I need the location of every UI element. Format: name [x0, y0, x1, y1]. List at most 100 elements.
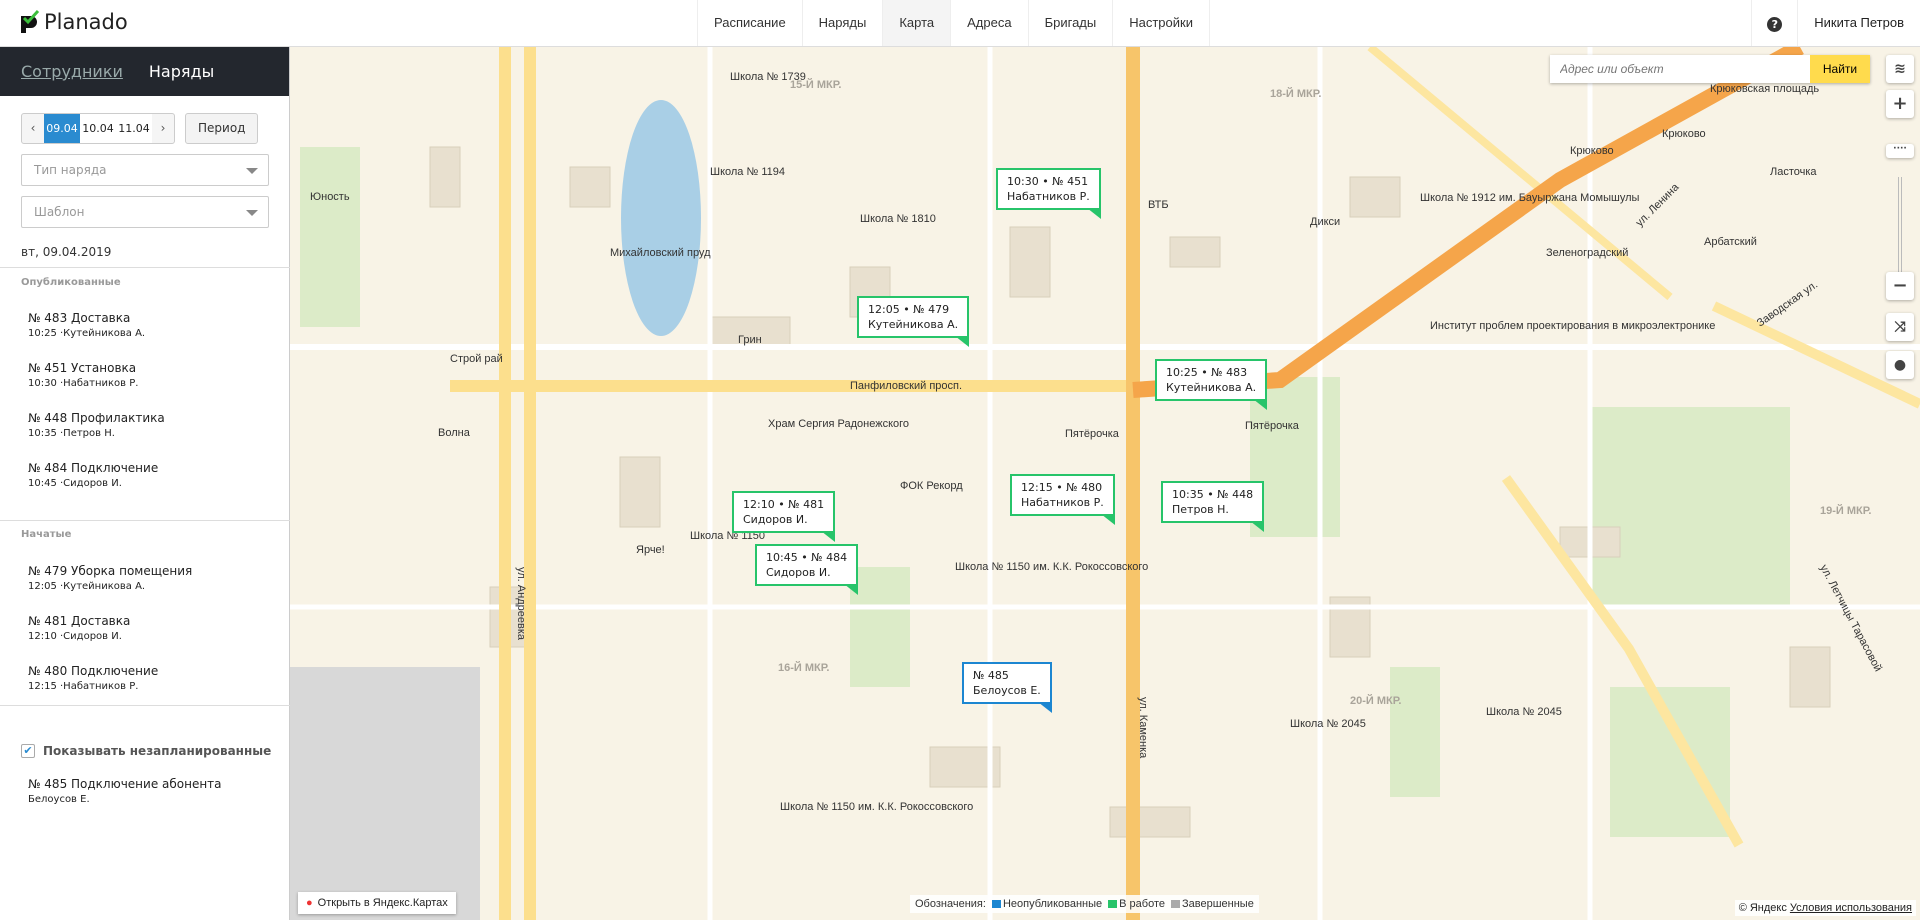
- order-item[interactable]: № 451 Установка 10:30 ·Набатников Р.: [28, 361, 138, 389]
- map-label: Волна: [438, 427, 471, 439]
- marker-line-2: Набатников Р.: [1007, 190, 1090, 203]
- search-button[interactable]: Найти: [1810, 55, 1870, 83]
- map-label: Храм Сергия Радонежского: [768, 418, 909, 430]
- map-label: Крюково: [1570, 145, 1614, 157]
- traffic-icon[interactable]: ●: [1886, 351, 1914, 379]
- order-subtitle: 12:15 ·Набатников Р.: [28, 681, 139, 692]
- order-item[interactable]: № 483 Доставка 10:25 ·Кутейникова А.: [28, 311, 145, 339]
- order-item[interactable]: № 484 Подключение 10:45 ·Сидоров И.: [28, 461, 158, 489]
- map-pin-icon: ●: [306, 897, 313, 909]
- nav-item-5[interactable]: Настройки: [1113, 0, 1210, 46]
- template-select[interactable]: Шаблон: [21, 196, 269, 228]
- map-copyright: © Яндекс Условия использования: [1734, 900, 1916, 916]
- logo-text: Planado: [44, 10, 128, 34]
- map-label: ФОК Рекорд: [900, 480, 963, 492]
- copyright-text: © Яндекс: [1738, 902, 1787, 914]
- order-marker[interactable]: 12:10 • № 481 Сидоров И.: [732, 491, 836, 542]
- order-marker[interactable]: 12:05 • № 479 Кутейникова А.: [857, 296, 970, 347]
- marker-line-1: 10:25 • № 483: [1166, 366, 1248, 379]
- map-label: Панфиловский просп.: [850, 380, 962, 392]
- published-heading: Опубликованные: [21, 277, 121, 288]
- map-label: 15-Й МКР.: [790, 78, 841, 91]
- order-marker[interactable]: 10:45 • № 484 Сидоров И.: [755, 544, 859, 595]
- zoom-slider-handle[interactable]: ····: [1886, 144, 1914, 158]
- sidebar: Сотрудники Наряды ‹ 09.04 10.04 11.04 › …: [0, 47, 290, 920]
- nav-item-0[interactable]: Расписание: [698, 0, 803, 46]
- order-type-select[interactable]: Тип наряда: [21, 154, 269, 186]
- divider: [0, 520, 290, 521]
- period-button[interactable]: Период: [185, 113, 259, 144]
- map-label: Институт проблем проектирования в микроэ…: [1430, 320, 1715, 332]
- marker-line-1: 12:15 • № 480: [1021, 481, 1103, 494]
- marker-line-1: № 485: [973, 669, 1009, 682]
- map-label: Крюково: [1662, 128, 1706, 140]
- order-subtitle: 12:05 ·Кутейникова А.: [28, 581, 146, 592]
- map-label: Школа № 2045: [1486, 706, 1562, 718]
- map-label: Ласточка: [1770, 166, 1817, 178]
- marker-line-2: Кутейникова А.: [868, 318, 959, 331]
- map-label: Дикси: [1310, 216, 1340, 228]
- order-subtitle: 10:30 ·Набатников Р.: [28, 378, 139, 389]
- order-marker[interactable]: 12:15 • № 480 Набатников Р.: [1010, 474, 1115, 525]
- divider: [0, 705, 290, 706]
- map[interactable]: Школа № 1739 15-Й МКР. Школа № 1194 Школа №…: [290, 47, 1920, 920]
- show-unplanned-label: Показывать незапланированные: [43, 744, 272, 758]
- date-1[interactable]: 10.04: [80, 114, 116, 143]
- order-marker[interactable]: 10:25 • № 483 Кутейникова А.: [1155, 359, 1268, 410]
- date-switcher: ‹ 09.04 10.04 11.04 ›: [21, 113, 175, 144]
- order-marker[interactable]: 10:30 • № 451 Набатников Р.: [996, 168, 1101, 219]
- industrial-area: [290, 667, 480, 920]
- map-label: Крюковская площадь: [1710, 83, 1819, 95]
- map-label: Михайловский пруд: [610, 247, 711, 259]
- date-2[interactable]: 11.04: [116, 114, 152, 143]
- prev-date-button[interactable]: ‹: [22, 114, 44, 143]
- zoom-in-button[interactable]: +: [1886, 90, 1914, 118]
- map-label: Школа № 1194: [710, 166, 785, 178]
- nav-item-4[interactable]: Бригады: [1029, 0, 1114, 46]
- order-item[interactable]: № 448 Профилактика 10:35 ·Петров Н.: [28, 411, 165, 439]
- marker-line-2: Кутейникова А.: [1166, 381, 1257, 394]
- order-marker[interactable]: № 485 Белоусов Е.: [962, 662, 1052, 713]
- map-label: ул. Ленина: [1634, 181, 1682, 229]
- order-item[interactable]: № 479 Уборка помещения 12:05 ·Кутейникова…: [28, 564, 192, 592]
- nav-item-3[interactable]: Адреса: [951, 0, 1029, 46]
- map-label: ВТБ: [1148, 199, 1169, 211]
- marker-line-1: 10:30 • № 451: [1007, 175, 1089, 188]
- order-title: № 448 Профилактика: [28, 411, 165, 425]
- order-subtitle: 10:25 ·Кутейникова А.: [28, 328, 146, 339]
- next-date-button[interactable]: ›: [152, 114, 174, 143]
- pond: [621, 100, 701, 336]
- map-label: Школа № 2045: [1290, 718, 1366, 730]
- order-subtitle: 12:10 ·Сидоров И.: [28, 631, 122, 642]
- order-marker[interactable]: 10:35 • № 448 Петров Н.: [1161, 481, 1265, 532]
- nav-item-2[interactable]: Карта: [883, 0, 952, 46]
- logo[interactable]: Planado: [18, 10, 128, 34]
- map-label: Пятёрочка: [1245, 420, 1300, 432]
- date-0[interactable]: 09.04: [44, 114, 80, 143]
- address-search-input[interactable]: [1550, 55, 1810, 83]
- zoom-slider[interactable]: [1898, 177, 1902, 287]
- map-label: Грин: [738, 334, 762, 346]
- tab-employees[interactable]: Сотрудники: [21, 62, 123, 81]
- open-in-yandex-maps-button[interactable]: ● Открыть в Яндекс.Картах: [298, 892, 456, 914]
- terms-link[interactable]: Условия использования: [1790, 902, 1912, 914]
- route-icon[interactable]: ⤨: [1886, 313, 1914, 341]
- map-label: Строй рай: [450, 353, 503, 365]
- marker-line-1: 12:05 • № 479: [868, 303, 950, 316]
- user-menu[interactable]: Никита Петров: [1797, 0, 1920, 46]
- order-item[interactable]: № 481 Доставка 12:10 ·Сидоров И.: [28, 614, 130, 642]
- marker-line-2: Набатников Р.: [1021, 496, 1104, 509]
- map-label: Ярче!: [636, 544, 665, 556]
- planado-logo-icon: [21, 10, 40, 33]
- nav-item-1[interactable]: Наряды: [803, 0, 884, 46]
- help-button[interactable]: ?: [1751, 0, 1797, 46]
- show-unplanned-checkbox[interactable]: ✔ Показывать незапланированные: [21, 744, 271, 758]
- main-nav: Расписание Наряды Карта Адреса Бригады Настро…: [697, 0, 1210, 46]
- zoom-out-button[interactable]: −: [1886, 272, 1914, 300]
- layers-icon[interactable]: ≋: [1886, 55, 1914, 83]
- unplanned-order-item[interactable]: № 485 Подключение абонента Белоусов Е.: [28, 777, 222, 805]
- order-item[interactable]: № 480 Подключение 12:15 ·Набатников Р.: [28, 664, 158, 692]
- map-label: Заводская ул.: [1755, 279, 1820, 330]
- order-title: № 451 Установка: [28, 361, 137, 375]
- tab-orders[interactable]: Наряды: [149, 62, 214, 81]
